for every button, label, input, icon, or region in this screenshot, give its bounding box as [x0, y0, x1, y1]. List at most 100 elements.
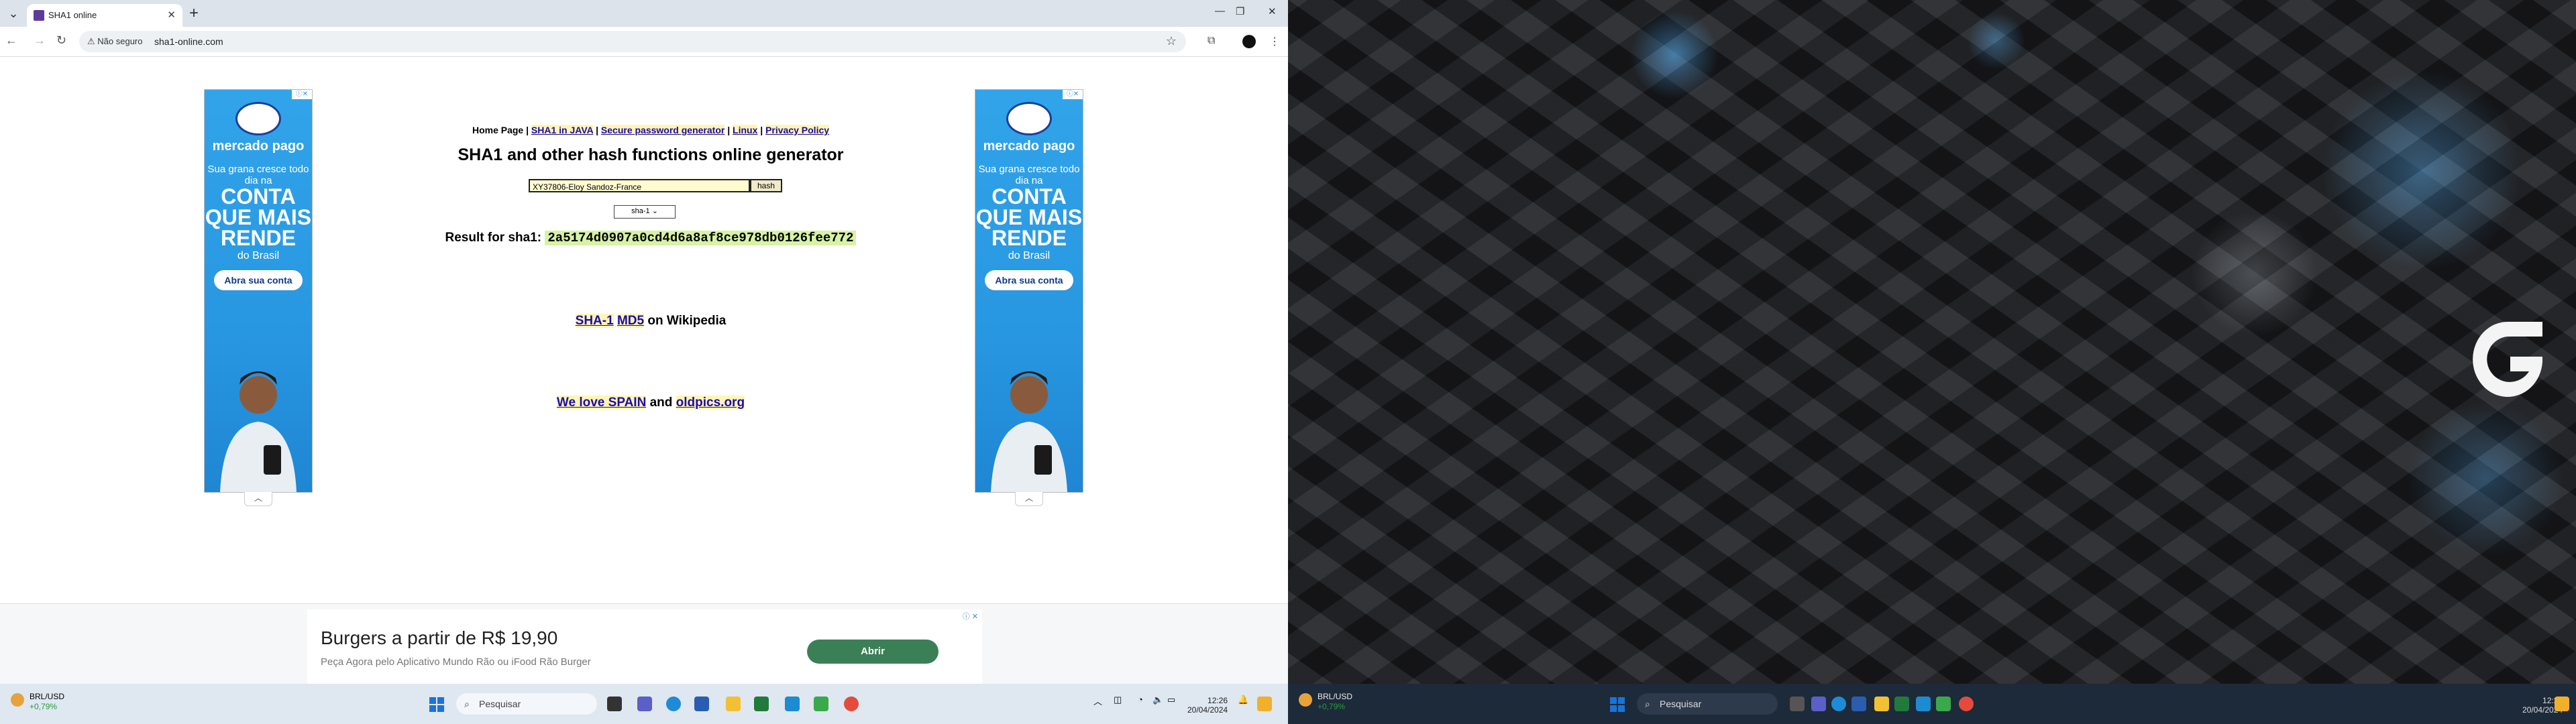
app-green-icon[interactable]	[1936, 697, 1951, 711]
ad-choices-icon[interactable]: ⓘ✕	[1063, 90, 1083, 99]
ticker-change: +0,79%	[1318, 702, 1346, 711]
right-monitor: BRL/USD +0,79% ⌕ Pesquisar 12:26 20/04/20…	[1288, 0, 2576, 724]
ad-open-account-button[interactable]: Abra sua conta	[985, 270, 1073, 290]
browser-toolbar: ← → ↻ ⚠ Não seguro sha1-online.com ☆ ⧉ ⋮	[0, 27, 1288, 57]
bottom-ad-open-button[interactable]: Abrir	[807, 640, 938, 664]
copilot-icon[interactable]	[2555, 697, 2569, 711]
taskbar-clock[interactable]: 12:26 20/04/2024	[1187, 696, 1228, 715]
start-button[interactable]	[429, 697, 444, 712]
bookmark-star-icon[interactable]: ☆	[1166, 34, 1177, 48]
ticker-name: BRL/USD	[1318, 692, 1353, 701]
edge-icon[interactable]	[666, 697, 681, 711]
chrome-icon[interactable]	[844, 697, 859, 711]
battery-icon[interactable]: ▭	[1167, 695, 1175, 705]
wifi-icon[interactable]: ◔	[1138, 695, 1143, 705]
folder-icon[interactable]	[1874, 697, 1889, 711]
menu-kebab-icon[interactable]: ⋮	[1269, 35, 1280, 48]
nav-link-linux[interactable]: Linux	[733, 125, 758, 135]
page-title: SHA1 and other hash functions online gen…	[458, 145, 844, 164]
search-icon: ⌕	[464, 699, 470, 709]
tray-app-icon[interactable]: ◫	[1114, 695, 1122, 705]
file-explorer-icon[interactable]	[1790, 697, 1805, 711]
tab-sha1-online[interactable]: SHA1 online ✕	[27, 4, 182, 27]
sha1-wiki-link[interactable]: SHA-1	[575, 314, 614, 328]
oldpics-link[interactable]: oldpics.org	[676, 396, 745, 410]
ad-choices-icon[interactable]: ⓘ ✕	[963, 611, 978, 621]
chrome-icon[interactable]	[1959, 697, 1974, 711]
store-icon[interactable]	[694, 697, 709, 711]
copilot-icon[interactable]	[1257, 697, 1272, 711]
nav-separator: |	[727, 125, 731, 135]
ticker-change: +0,79%	[30, 702, 58, 711]
spain-line: We love SPAIN and oldpics.org	[349, 396, 953, 410]
teams-icon[interactable]	[1811, 697, 1826, 711]
ad-line1: Sua grana cresce todo dia na	[207, 164, 309, 186]
forward-icon[interactable]: →	[34, 34, 46, 48]
side-ad-right[interactable]: ⓘ✕ mercado pago Sua grana cresce todo di…	[975, 89, 1083, 493]
excel-icon[interactable]	[754, 697, 769, 711]
tray-chevron-icon[interactable]: ︿	[1093, 695, 1102, 707]
close-tab-icon[interactable]: ✕	[167, 9, 176, 21]
side-ad-left[interactable]: ⓘ✕ mercado pago Sua grana cresce todo di…	[204, 89, 313, 493]
nav-separator: |	[526, 125, 529, 135]
tab-search-button[interactable]: ⌄	[7, 7, 20, 20]
bottom-ad-headline: Burgers a partir de R$ 19,90	[321, 627, 558, 648]
collapse-ad-right-button[interactable]: ︿	[1015, 492, 1043, 506]
restore-button[interactable]: ❐	[1236, 5, 1244, 17]
collapse-ad-left-button[interactable]: ︿	[244, 492, 272, 506]
ad-big-text: CONTA QUE MAIS RENDE	[205, 184, 312, 250]
result-line: Result for sha1: 2a5174d0907a0cd4d6a8af8…	[349, 231, 953, 245]
start-button[interactable]	[1610, 697, 1625, 712]
nav-separator: |	[760, 125, 763, 135]
app-green-icon[interactable]	[814, 697, 828, 711]
nav-home: Home Page	[472, 125, 524, 135]
hash-button[interactable]: hash	[750, 179, 782, 192]
search-icon: ⌕	[1645, 699, 1650, 709]
app-s-icon[interactable]	[785, 697, 800, 711]
edge-icon[interactable]	[1831, 697, 1846, 711]
search-placeholder: Pesquisar	[479, 699, 521, 709]
md5-wiki-link[interactable]: MD5	[616, 314, 645, 328]
ad-open-account-button[interactable]: Abra sua conta	[214, 270, 303, 290]
address-bar[interactable]: ⚠ Não seguro sha1-online.com ☆	[79, 31, 1186, 52]
bottom-ad-card[interactable]: ⓘ ✕ Burgers a partir de R$ 19,90 Peça Ag…	[307, 609, 982, 684]
taskbar-search[interactable]: ⌕ Pesquisar	[456, 693, 597, 715]
favicon-icon	[34, 10, 44, 21]
hash-text-input[interactable]: XY37806-Eloy Sandoz-France	[529, 179, 750, 192]
excel-icon[interactable]	[1894, 697, 1909, 711]
ad-line3: do Brasil	[237, 250, 280, 261]
nav-link-password-generator[interactable]: Secure password generator	[600, 125, 725, 135]
taskbar-search[interactable]: ⌕ Pesquisar	[1637, 693, 1778, 715]
store-icon[interactable]	[1851, 697, 1866, 711]
nav-link-sha1-java[interactable]: SHA1 in JAVA	[531, 125, 594, 135]
reload-icon[interactable]: ↻	[56, 34, 66, 48]
bottom-anchor-ad[interactable]: ⓘ ✕ Burgers a partir de R$ 19,90 Peça Ag…	[0, 603, 1288, 684]
taskbar-left: BRL/USD +0,79% ⌕ Pesquisar ︿ ◫ ◔ 🔈 ▭ 12:2…	[0, 684, 1288, 724]
back-icon[interactable]: ←	[5, 34, 17, 48]
folder-icon[interactable]	[726, 697, 741, 711]
new-tab-button[interactable]: +	[189, 5, 199, 21]
clock-time: 12:26	[1208, 696, 1228, 705]
hash-form: XY37806-Eloy Sandoz-France hash	[517, 179, 785, 194]
teams-icon[interactable]	[637, 697, 652, 711]
url-text[interactable]: sha1-online.com	[154, 36, 223, 47]
notification-bell-icon[interactable]: 🔔	[1238, 695, 1248, 705]
extensions-icon[interactable]: ⧉	[1208, 35, 1215, 47]
mercado-pago-logo	[1006, 102, 1052, 135]
app-s-icon[interactable]	[1916, 697, 1931, 711]
nav-link-privacy[interactable]: Privacy Policy	[765, 125, 830, 135]
security-indicator[interactable]: ⚠ Não seguro	[87, 36, 143, 47]
minimize-button[interactable]: —	[1215, 5, 1225, 17]
ad-choices-icon[interactable]: ⓘ✕	[292, 90, 312, 99]
result-hash: 2a5174d0907a0cd4d6a8af8ce978db0126fee772	[545, 231, 857, 245]
algorithm-select[interactable]: sha-1 ⌄	[614, 205, 676, 219]
close-window-button[interactable]: ✕	[1268, 5, 1277, 17]
we-love-spain-link[interactable]: We love SPAIN	[556, 396, 647, 410]
desktop-wallpaper	[1288, 0, 2576, 684]
clock-date: 20/04/2024	[1187, 705, 1228, 715]
file-explorer-icon[interactable]	[607, 697, 622, 711]
nav-separator: |	[596, 125, 599, 135]
wikipedia-line: SHA-1 MD5 on Wikipedia	[349, 314, 953, 328]
volume-icon[interactable]: 🔈	[1152, 695, 1163, 705]
profile-avatar[interactable]	[1242, 35, 1256, 48]
